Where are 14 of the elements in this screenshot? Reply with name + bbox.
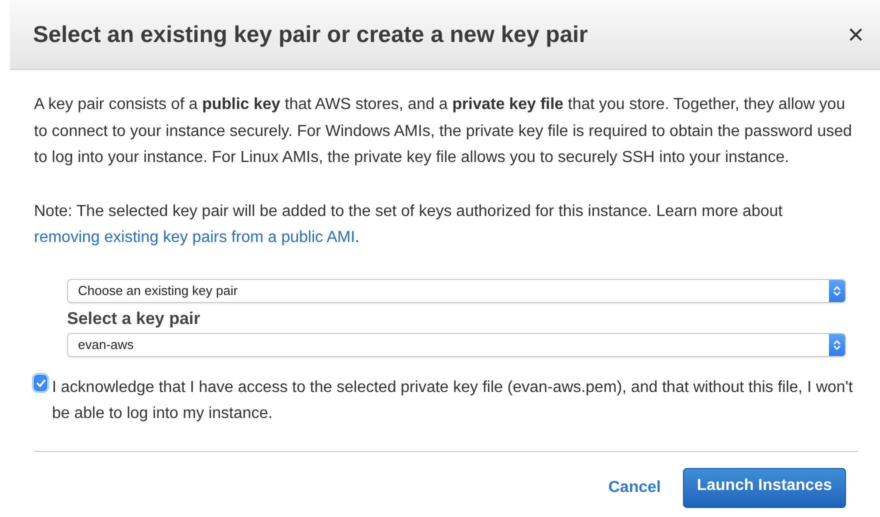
help-link[interactable]: removing existing key pairs from a public AMI bbox=[34, 229, 356, 246]
key-pair-select[interactable]: evan-aws bbox=[67, 332, 846, 356]
key-pair-mode-select[interactable]: Choose an existing key pair bbox=[67, 278, 846, 302]
stepper-arrows-icon bbox=[833, 338, 841, 350]
stepper-arrows-icon bbox=[833, 284, 841, 296]
intro-paragraph: A key pair consists of a public key that AWS stores, and a private key file that you store. Together, they allow you to connect to your instance securely. For Windows AMIs, the private key file is required to obtain the password used to log into your instance. For Linux AMIs, the private key file allows you to securely SSH into your instance. bbox=[34, 95, 853, 168]
note-paragraph: Note: The selected key pair will be added to the set of keys authorized for this instance. Learn more about removing existing key pairs from a public AMI. bbox=[34, 202, 784, 248]
cancel-link[interactable]: Cancel bbox=[604, 470, 665, 504]
acknowledge-checkbox[interactable] bbox=[34, 374, 47, 390]
launch-button[interactable]: Launch Instances bbox=[682, 468, 846, 508]
acknowledge-text: I acknowledge that I have access to the selected private key file (evan-aws.pem), and that without this file, I won't be able to log into my instance. bbox=[52, 378, 854, 424]
close-button[interactable]: × bbox=[848, 20, 864, 48]
dialog-title: Select an existing key pair or create a new key pair bbox=[33, 21, 588, 48]
select-key-pair-label: Select a key pair bbox=[67, 308, 202, 328]
